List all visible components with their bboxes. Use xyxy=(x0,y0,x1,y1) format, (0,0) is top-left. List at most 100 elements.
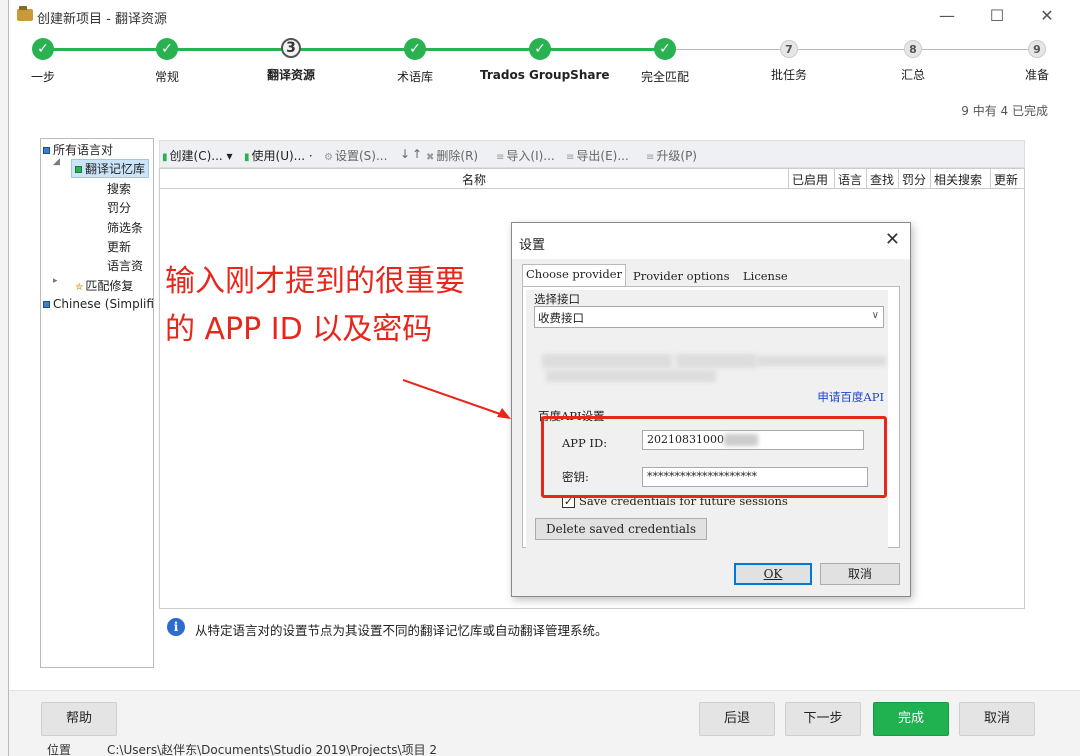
column-concordance[interactable]: 相关搜索 xyxy=(934,171,982,188)
create-button[interactable]: ▮ 创建(C)... ▾ xyxy=(162,147,233,164)
tree-item-filters[interactable]: 筛选条 xyxy=(107,219,143,236)
tree-label: Chinese (Simplifie xyxy=(53,297,154,311)
create-icon: ▮ xyxy=(162,152,168,163)
wizard-footer: 帮助 后退 下一步 完成 取消 xyxy=(9,690,1080,740)
tab-choose-provider[interactable]: Choose provider xyxy=(522,264,627,286)
settings-label: 设置(S)... xyxy=(334,149,388,163)
tree-label: 所有语言对 xyxy=(53,143,114,157)
cancel-button[interactable]: 取消 xyxy=(959,702,1035,736)
column-name[interactable]: 名称 xyxy=(462,171,486,188)
tree-item-chinese[interactable]: Chinese (Simplifie xyxy=(43,297,154,311)
background-window-edge xyxy=(0,0,8,756)
title-bar: 创建新项目 - 翻译资源 — ☐ ✕ xyxy=(9,0,1080,32)
blurred-text xyxy=(542,354,672,368)
tab-license[interactable]: License xyxy=(740,267,791,287)
back-button[interactable]: 后退 xyxy=(699,702,775,736)
step-number: 9 xyxy=(1028,40,1046,58)
column-lookup[interactable]: 查找 xyxy=(870,171,894,188)
check-icon: ✓ xyxy=(156,38,178,60)
step-label: 翻译资源 xyxy=(266,68,315,82)
settings-button[interactable]: ⚙ 设置(S)... xyxy=(324,147,387,164)
tab-provider-options[interactable]: Provider options xyxy=(630,267,732,287)
tree-label: 匹配修复 xyxy=(85,279,134,293)
check-icon: ✓ xyxy=(32,38,54,60)
finish-button[interactable]: 完成 xyxy=(873,702,949,736)
select-label: 选择接口 xyxy=(534,292,580,306)
progress-text: 9 中有 4 已完成 xyxy=(961,104,1048,118)
step-7[interactable]: 7 批任务 xyxy=(729,36,849,83)
step-9[interactable]: 9 准备 xyxy=(977,36,1080,83)
minimize-icon[interactable]: — xyxy=(927,4,967,28)
step-label: 一步 xyxy=(30,70,55,84)
column-enabled[interactable]: 已启用 xyxy=(792,171,828,188)
export-label: 导出(E)... xyxy=(576,149,629,163)
dialog-close-icon[interactable]: ✕ xyxy=(885,229,900,250)
dialog-title-bar: 设置 ✕ xyxy=(512,223,910,259)
step-label: 批任务 xyxy=(770,68,807,82)
settings-dialog: 设置 ✕ Choose provider Provider options Li… xyxy=(511,222,911,597)
upgrade-button[interactable]: ≡ 升级(P) xyxy=(646,147,697,164)
tree-item-match-repair[interactable]: ✮ 匹配修复 xyxy=(75,277,133,294)
step-6[interactable]: ✓ 完全匹配 xyxy=(605,36,725,85)
help-button[interactable]: 帮助 xyxy=(41,702,117,736)
column-update[interactable]: 更新 xyxy=(994,171,1018,188)
blurred-text xyxy=(546,370,716,382)
step-label: 准备 xyxy=(1024,68,1049,82)
collapse-icon[interactable]: ▸ xyxy=(53,276,58,286)
step-number: 8 xyxy=(904,40,922,58)
red-arrow-icon xyxy=(402,379,511,419)
provider-select[interactable]: 收费接口 ∨ xyxy=(534,306,884,328)
delete-credentials-button[interactable]: Delete saved credentials xyxy=(535,518,707,540)
step-4[interactable]: ✓ 术语库 xyxy=(355,36,475,85)
tree-item-all-pairs[interactable]: 所有语言对 xyxy=(43,141,113,158)
select-value: 收费接口 xyxy=(538,311,584,325)
ok-button[interactable]: OK xyxy=(734,563,812,585)
close-icon[interactable]: ✕ xyxy=(1027,4,1067,28)
column-penalty[interactable]: 罚分 xyxy=(902,171,926,188)
import-button[interactable]: ≡ 导入(I)... xyxy=(496,147,555,164)
tree-item-language-resources[interactable]: 语言资 xyxy=(107,257,143,274)
import-label: 导入(I)... xyxy=(506,149,555,163)
blurred-text xyxy=(756,356,886,366)
step-2[interactable]: ✓ 常规 xyxy=(107,36,227,85)
tree-item-search[interactable]: 搜索 xyxy=(107,180,131,197)
step-3-current[interactable]: 3 翻译资源 xyxy=(231,36,351,83)
import-icon: ≡ xyxy=(496,152,505,163)
apply-baidu-api-link[interactable]: 申请百度API xyxy=(817,389,884,405)
move-down-icon[interactable]: ↓ xyxy=(400,147,410,161)
new-project-wizard-window: 创建新项目 - 翻译资源 — ☐ ✕ ✓ 一步 ✓ 常规 3 翻译资源 ✓ 术语… xyxy=(8,0,1080,756)
upgrade-icon: ≡ xyxy=(646,152,655,163)
maximize-icon[interactable]: ☐ xyxy=(977,4,1017,28)
provider-settings-group: 选择接口 收费接口 ∨ 申请百度API 百度API设置 APP ID: 2021… xyxy=(526,290,888,548)
tm-toolbar: ▮ 创建(C)... ▾ ▮ 使用(U)... · ⚙ 设置(S)... ↓ ↑ ✖ 删… xyxy=(159,140,1025,168)
tree-item-penalty[interactable]: 罚分 xyxy=(107,199,131,216)
expand-icon[interactable]: ◢ xyxy=(53,157,60,167)
step-label: 完全匹配 xyxy=(640,70,689,84)
step-label: 汇总 xyxy=(900,68,925,82)
delete-label: 删除(R) xyxy=(436,149,479,163)
tree-item-translation-memory[interactable]: 翻译记忆库 xyxy=(71,159,150,178)
location-label: 位置 xyxy=(47,743,72,756)
tm-icon xyxy=(75,166,82,173)
column-language[interactable]: 语言 xyxy=(838,171,862,188)
step-1[interactable]: ✓ 一步 xyxy=(0,36,103,85)
step-5[interactable]: ✓ Trados GroupShare xyxy=(480,36,610,82)
tree-label: 翻译记忆库 xyxy=(85,162,146,176)
red-annotation-text: 输入刚才提到的很重要 的 APP ID 以及密码 xyxy=(165,258,465,354)
delete-button[interactable]: ✖ 删除(R) xyxy=(426,147,478,164)
export-button[interactable]: ≡ 导出(E)... xyxy=(566,147,629,164)
tree-item-update[interactable]: 更新 xyxy=(107,238,131,255)
next-button[interactable]: 下一步 xyxy=(785,702,861,736)
status-bar: 位置 C:\Users\赵伴东\Documents\Studio 2019\Pr… xyxy=(9,740,1080,756)
location-path: C:\Users\赵伴东\Documents\Studio 2019\Proje… xyxy=(107,743,438,756)
info-icon: i xyxy=(167,618,185,636)
window-title: 创建新项目 - 翻译资源 xyxy=(37,12,167,27)
annotation-line-2: 的 APP ID 以及密码 xyxy=(165,312,433,347)
step-8[interactable]: 8 汇总 xyxy=(853,36,973,83)
use-button[interactable]: ▮ 使用(U)... · xyxy=(244,147,313,164)
move-up-icon[interactable]: ↑ xyxy=(412,147,422,161)
wizard-steps: ✓ 一步 ✓ 常规 3 翻译资源 ✓ 术语库 ✓ Trados GroupSha… xyxy=(9,36,1080,96)
step-number: 7 xyxy=(780,40,798,58)
dialog-cancel-button[interactable]: 取消 xyxy=(820,563,900,585)
check-icon: ✓ xyxy=(404,38,426,60)
